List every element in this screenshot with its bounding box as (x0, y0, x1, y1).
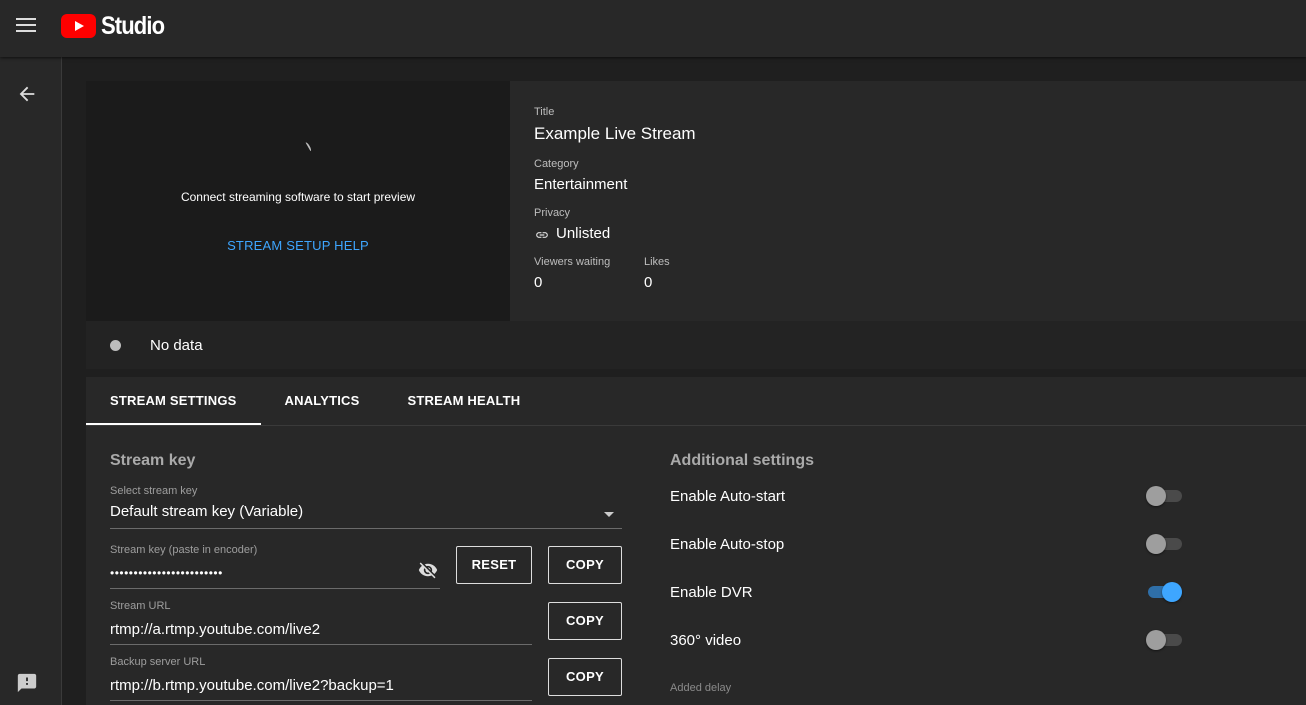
auto-start-label: Enable Auto-start (670, 488, 786, 505)
dvr-label: Enable DVR (670, 584, 753, 601)
app-name: Studio (101, 11, 165, 40)
stream-url-label: Stream URL (110, 600, 171, 612)
likes-value: 0 (644, 274, 653, 291)
eye-off-icon[interactable] (417, 560, 439, 580)
arrow-left-icon[interactable] (16, 83, 38, 105)
privacy-value: Unlisted (556, 225, 611, 242)
category-label: Category (534, 158, 579, 170)
viewers-waiting-value: 0 (534, 274, 543, 291)
stream-url-field[interactable]: rtmp://a.rtmp.youtube.com/live2 (110, 621, 320, 638)
added-delay-label: Added delay (670, 682, 732, 694)
hamburger-menu-icon[interactable] (16, 18, 36, 34)
copy-stream-url-button[interactable]: COPY (548, 602, 622, 640)
link-icon (534, 228, 550, 242)
stream-key-label: Stream key (paste in encoder) (110, 544, 258, 556)
feedback-icon[interactable] (16, 672, 38, 694)
stream-key-select[interactable]: Default stream key (Variable) (110, 503, 600, 520)
title-value: Example Live Stream (534, 124, 696, 143)
dvr-toggle[interactable] (1146, 581, 1184, 602)
backup-url-label: Backup server URL (110, 656, 206, 668)
tabs-divider (86, 425, 1306, 426)
stream-setup-help-link[interactable]: STREAM SETUP HELP (86, 238, 510, 253)
auto-stop-toggle[interactable] (1146, 533, 1184, 554)
360-video-toggle[interactable] (1146, 629, 1184, 650)
tab-bar: STREAM SETTINGS ANALYTICS STREAM HEALTH (86, 377, 544, 425)
toggle-knob (1146, 486, 1166, 506)
toggle-knob (1146, 630, 1166, 650)
chevron-down-icon[interactable] (604, 512, 614, 517)
studio-logo[interactable]: Studio (61, 11, 173, 40)
select-underline (110, 528, 622, 529)
360-video-label: 360° video (670, 632, 742, 649)
additional-settings-heading: Additional settings (670, 452, 814, 469)
stream-info-panel (510, 81, 1306, 321)
viewers-waiting-label: Viewers waiting (534, 256, 611, 268)
likes-label: Likes (644, 256, 670, 268)
preview-message: Connect streaming software to start prev… (180, 190, 416, 204)
select-stream-key-label: Select stream key (110, 485, 198, 497)
tab-stream-settings[interactable]: STREAM SETTINGS (86, 377, 261, 425)
privacy-label: Privacy (534, 207, 571, 219)
tab-stream-health[interactable]: STREAM HEALTH (384, 377, 545, 425)
backup-url-field[interactable]: rtmp://b.rtmp.youtube.com/live2?backup=1 (110, 677, 394, 694)
stream-key-heading: Stream key (110, 452, 196, 469)
auto-start-toggle[interactable] (1146, 485, 1184, 506)
category-value: Entertainment (534, 176, 628, 193)
copy-stream-key-button[interactable]: COPY (548, 546, 622, 584)
reset-button[interactable]: RESET (456, 546, 532, 584)
status-indicator (110, 340, 121, 351)
tab-analytics[interactable]: ANALYTICS (261, 377, 384, 425)
backup-url-underline (110, 700, 532, 701)
auto-stop-label: Enable Auto-stop (670, 536, 785, 553)
left-rail (0, 57, 62, 705)
youtube-play-icon (61, 14, 96, 38)
stream-key-underline (110, 588, 440, 589)
toggle-knob (1162, 582, 1182, 602)
top-bar: Studio (0, 0, 1306, 57)
status-text: No data (150, 337, 203, 354)
toggle-knob (1146, 534, 1166, 554)
copy-backup-url-button[interactable]: COPY (548, 658, 622, 696)
stream-url-underline (110, 644, 532, 645)
title-label: Title (534, 106, 555, 118)
stream-key-input[interactable]: •••••••••••••••••••••••• (110, 566, 410, 582)
stream-status-bar (86, 321, 1306, 369)
